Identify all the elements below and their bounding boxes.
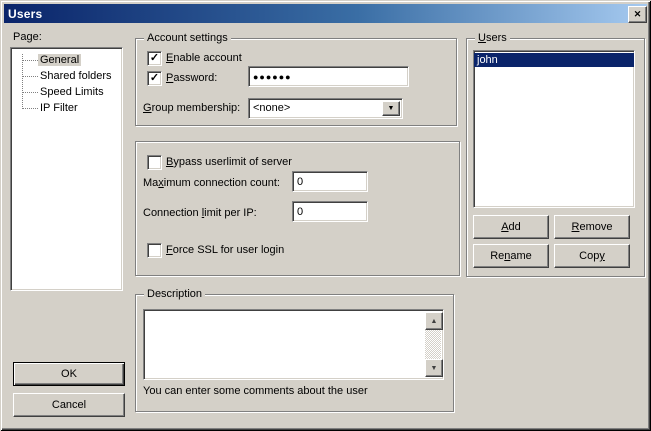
close-button[interactable]: ✕	[628, 6, 647, 23]
connection-limit-per-ip-input[interactable]	[292, 201, 368, 222]
tree-branch-line	[22, 76, 38, 77]
tree-item-speed-limits[interactable]: Speed Limits	[11, 84, 122, 100]
cancel-button[interactable]: Cancel	[13, 393, 125, 417]
max-connection-count-input[interactable]	[292, 171, 368, 192]
users-dialog: Users ✕ Page: General Shared folders Spe…	[0, 0, 651, 431]
tree-item-label: General	[38, 54, 81, 66]
description-input[interactable]: ▲ ▼	[143, 309, 444, 380]
group-membership-select[interactable]: <none> ▼	[248, 98, 403, 119]
chevron-down-icon[interactable]: ▼	[382, 101, 400, 116]
bypass-userlimit-checkbox[interactable]	[147, 155, 162, 170]
user-name: john	[477, 54, 498, 66]
tree-branch-line	[22, 92, 38, 93]
password-input[interactable]	[248, 66, 409, 87]
force-ssl-label: Force SSL for user login	[166, 244, 284, 256]
page-tree[interactable]: General Shared folders Speed Limits IP F…	[10, 47, 123, 291]
page-label: Page:	[13, 31, 42, 43]
description-scrollbar[interactable]: ▲ ▼	[425, 312, 441, 377]
cancel-button-label: Cancel	[52, 399, 86, 411]
list-item-user[interactable]: john	[474, 53, 634, 67]
enable-account-checkbox[interactable]: ✓	[147, 51, 162, 66]
tree-item-label: Shared folders	[38, 70, 114, 82]
remove-button[interactable]: Remove	[554, 215, 630, 239]
tree-item-label: IP Filter	[38, 102, 80, 114]
rename-button-label: Rename	[490, 250, 532, 262]
enable-account-label: Enable account	[166, 52, 242, 64]
password-label: Password:	[166, 72, 217, 84]
add-button-label: Add	[501, 221, 521, 233]
tree-item-general[interactable]: General	[11, 52, 122, 68]
force-ssl-checkbox[interactable]	[147, 243, 162, 258]
connection-limit-per-ip-label: Connection limit per IP:	[143, 207, 257, 219]
copy-button-label: Copy	[579, 250, 605, 262]
users-group-title: Users	[475, 32, 510, 45]
description-hint: You can enter some comments about the us…	[143, 385, 368, 397]
check-icon: ✓	[150, 73, 159, 83]
copy-button[interactable]: Copy	[554, 244, 630, 268]
title-bar[interactable]: Users	[4, 4, 647, 23]
group-membership-value: <none>	[253, 102, 290, 114]
add-button[interactable]: Add	[473, 215, 549, 239]
max-connection-count-label: Maximum connection count:	[143, 177, 280, 189]
bypass-userlimit-label: Bypass userlimit of server	[166, 156, 292, 168]
window-title: Users	[4, 7, 42, 21]
rename-button[interactable]: Rename	[473, 244, 549, 268]
scroll-up-icon[interactable]: ▲	[425, 312, 443, 330]
close-icon: ✕	[634, 10, 642, 19]
password-checkbox[interactable]: ✓	[147, 71, 162, 86]
tree-item-label: Speed Limits	[38, 86, 106, 98]
users-list[interactable]: john	[473, 50, 635, 208]
account-settings-title: Account settings	[144, 32, 231, 45]
ok-button[interactable]: OK	[13, 362, 125, 386]
check-icon: ✓	[150, 53, 159, 63]
tree-item-shared-folders[interactable]: Shared folders	[11, 68, 122, 84]
tree-branch-line	[22, 60, 38, 61]
tree-branch-line	[22, 108, 38, 109]
ok-button-label: OK	[61, 368, 77, 380]
group-membership-label: Group membership:	[143, 102, 240, 114]
description-title: Description	[144, 288, 205, 301]
scroll-down-icon[interactable]: ▼	[425, 359, 443, 377]
remove-button-label: Remove	[572, 221, 613, 233]
tree-item-ip-filter[interactable]: IP Filter	[11, 100, 122, 116]
